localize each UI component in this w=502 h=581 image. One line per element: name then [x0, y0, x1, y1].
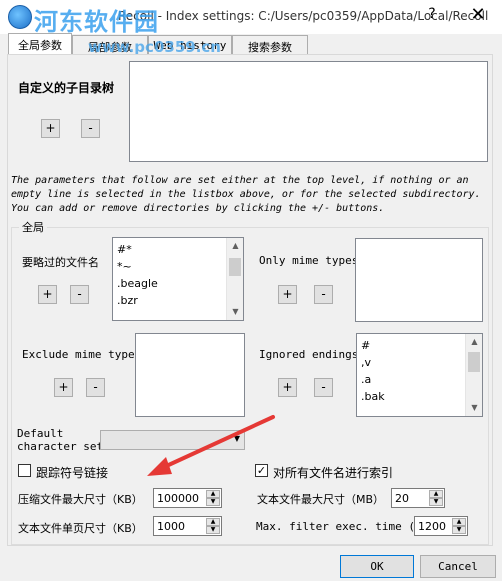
ignored-endings-listbox[interactable]: # ,v .a .bak ▲ ▼ — [356, 333, 483, 417]
list-item[interactable]: .bzr — [113, 292, 243, 309]
text-max-spinbox[interactable]: 20 ▲ ▼ — [391, 488, 445, 508]
text-max-label: 文本文件最大尺寸（MB） — [257, 493, 385, 506]
add-exclude-mime-button[interactable]: + — [54, 378, 73, 397]
spin-down-icon[interactable]: ▼ — [206, 498, 220, 506]
scroll-up-icon[interactable]: ▲ — [227, 238, 243, 254]
text-max-value: 20 — [395, 492, 409, 505]
charset-label: Default character set — [17, 427, 103, 453]
remove-skipped-name-button[interactable]: - — [70, 285, 89, 304]
subdir-listbox[interactable] — [129, 61, 488, 162]
scroll-thumb[interactable] — [229, 258, 241, 276]
list-item[interactable]: #* — [113, 241, 243, 258]
follow-symlinks-checkbox[interactable] — [18, 464, 31, 477]
list-item[interactable]: ,v — [357, 354, 482, 371]
text-page-label: 文本文件单页尺寸（KB） — [18, 522, 143, 535]
charset-label-line-2: character set — [17, 440, 104, 453]
scroll-thumb[interactable] — [468, 352, 480, 372]
compressed-max-value: 100000 — [157, 492, 199, 505]
add-ignored-ending-button[interactable]: + — [278, 378, 297, 397]
list-item[interactable]: *~ — [113, 258, 243, 275]
tab-search-params[interactable]: 搜索参数 — [232, 35, 308, 55]
spin-up-icon[interactable]: ▲ — [206, 518, 220, 526]
cancel-button[interactable]: Cancel — [420, 555, 496, 578]
scrollbar[interactable]: ▲ ▼ — [465, 334, 482, 416]
skipped-names-listbox[interactable]: #* *~ .beagle .bzr ▲ ▼ — [112, 237, 244, 321]
spin-down-icon[interactable]: ▼ — [452, 526, 466, 534]
follow-symlinks-label: 跟踪符号链接 — [36, 466, 109, 480]
list-item[interactable]: .bak — [357, 388, 482, 405]
remove-ignored-ending-button[interactable]: - — [314, 378, 333, 397]
exclude-mime-label: Exclude mime types — [22, 348, 142, 361]
check-icon: ✓ — [256, 464, 267, 477]
filter-time-label: Max. filter exec. time (s) — [256, 520, 429, 533]
watermark-logo: 河东软件园 — [34, 8, 159, 36]
only-mime-listbox[interactable] — [355, 238, 483, 322]
list-item[interactable]: .a — [357, 371, 482, 388]
spin-up-icon[interactable]: ▲ — [206, 490, 220, 498]
add-only-mime-button[interactable]: + — [278, 285, 297, 304]
spin-down-icon[interactable]: ▼ — [429, 498, 443, 506]
skipped-names-label: 要略过的文件名 — [22, 256, 99, 269]
spin-down-icon[interactable]: ▼ — [206, 526, 220, 534]
remove-subdir-button[interactable]: - — [81, 119, 100, 138]
text-page-spinbox[interactable]: 1000 ▲ ▼ — [153, 516, 222, 536]
global-group-title: 全局 — [19, 219, 47, 235]
remove-only-mime-button[interactable]: - — [314, 285, 333, 304]
add-subdir-button[interactable]: + — [41, 119, 60, 138]
index-all-names-checkbox[interactable]: ✓ — [255, 464, 268, 477]
subdir-tree-label: 自定义的子目录树 — [18, 81, 115, 95]
remove-exclude-mime-button[interactable]: - — [86, 378, 105, 397]
note-line-1: The parameters that follow are set eithe… — [11, 175, 469, 186]
list-item[interactable]: # — [357, 337, 482, 354]
filter-time-spinbox[interactable]: 1200 ▲ ▼ — [414, 516, 468, 536]
index-all-names-label: 对所有文件名进行索引 — [273, 466, 394, 480]
params-note: The parameters that follow are set eithe… — [11, 174, 481, 216]
ok-button[interactable]: OK — [340, 555, 414, 578]
note-line-3: You can add or remove directories by cli… — [11, 203, 385, 214]
app-icon — [8, 5, 32, 29]
spin-up-icon[interactable]: ▲ — [429, 490, 443, 498]
compressed-max-spinbox[interactable]: 100000 ▲ ▼ — [153, 488, 222, 508]
scroll-down-icon[interactable]: ▼ — [227, 304, 243, 320]
exclude-mime-listbox[interactable] — [135, 333, 245, 417]
list-item[interactable]: .beagle — [113, 275, 243, 292]
charset-combo[interactable]: ▼ — [100, 430, 245, 450]
spin-up-icon[interactable]: ▲ — [452, 518, 466, 526]
scroll-up-icon[interactable]: ▲ — [466, 334, 482, 350]
add-skipped-name-button[interactable]: + — [38, 285, 57, 304]
scroll-down-icon[interactable]: ▼ — [466, 400, 482, 416]
help-button[interactable]: ? — [420, 6, 444, 28]
only-mime-label: Only mime types — [259, 254, 359, 267]
filter-time-value: 1200 — [418, 520, 446, 533]
charset-label-line-1: Default — [17, 427, 64, 440]
chevron-down-icon: ▼ — [233, 434, 240, 443]
scrollbar[interactable]: ▲ ▼ — [226, 238, 243, 320]
ignored-endings-label: Ignored endings — [259, 348, 359, 361]
close-button[interactable]: ✕ — [466, 4, 490, 28]
note-line-2: empty line is selected in the listbox ab… — [11, 189, 481, 200]
text-page-value: 1000 — [157, 520, 185, 533]
tab-global-params[interactable]: 全局参数 — [8, 33, 72, 55]
compressed-max-label: 压缩文件最大尺寸（KB） — [18, 493, 143, 506]
